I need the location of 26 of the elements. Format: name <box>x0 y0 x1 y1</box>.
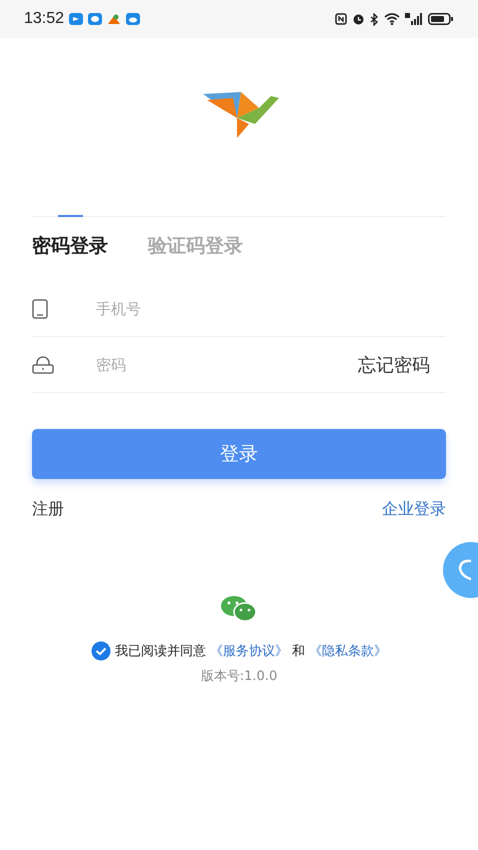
wifi-icon <box>384 13 400 25</box>
signal-icon <box>405 13 423 25</box>
bluetooth-icon <box>370 12 379 26</box>
checkbox[interactable] <box>91 641 111 661</box>
lock-icon <box>32 356 54 374</box>
notification-icon <box>88 13 102 25</box>
register-link[interactable]: 注册 <box>32 499 64 520</box>
agreement-text: 我已阅读并同意 <box>115 643 206 660</box>
input-field[interactable]: 手机号 <box>94 298 446 318</box>
notification-icon <box>126 13 140 25</box>
alarm-icon <box>352 13 365 25</box>
notification-icon <box>69 13 84 25</box>
login-tab[interactable]: 密码登录 <box>32 217 108 259</box>
enterprise-login-link[interactable]: 企业登录 <box>382 499 446 520</box>
login-button[interactable]: 登录 <box>32 429 446 479</box>
service-agreement-link[interactable]: 《服务协议》 <box>210 642 288 660</box>
forgot-password-link[interactable]: 忘记密码 <box>358 352 430 376</box>
version-text: 版本号:1.0.0 <box>200 668 278 685</box>
wechat-icon[interactable] <box>220 595 258 623</box>
agreement-text: 和 <box>292 643 305 660</box>
battery-icon <box>428 13 454 25</box>
input-field[interactable]: 密码 <box>94 354 358 374</box>
privacy-policy-link[interactable]: 《隐私条款》 <box>309 642 387 660</box>
notification-icon <box>107 13 122 25</box>
status-time: 13:52 <box>24 10 64 28</box>
nfc-icon <box>335 13 347 25</box>
